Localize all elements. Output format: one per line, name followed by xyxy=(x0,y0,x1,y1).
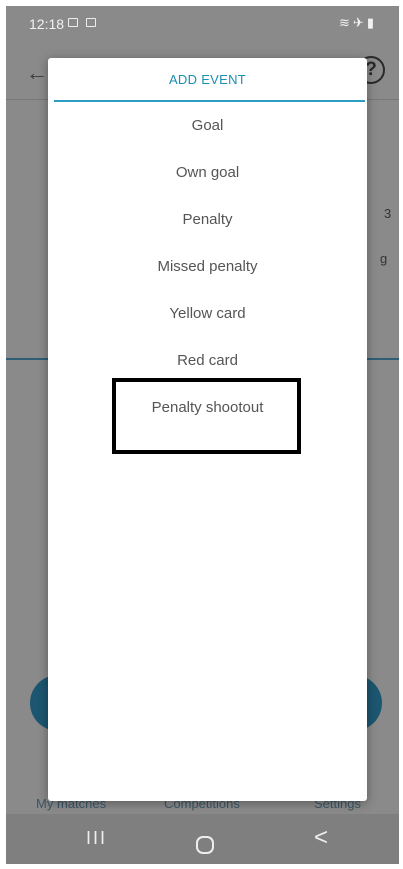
home-icon[interactable] xyxy=(196,836,214,854)
background-text-fragment: g xyxy=(380,251,388,266)
status-bar: 12:18 ≋✈▮ xyxy=(6,6,399,42)
status-time: 12:18 xyxy=(29,16,65,32)
event-option-missed-penalty[interactable]: Missed penalty xyxy=(48,243,367,290)
system-nav-bar: III < xyxy=(6,814,399,864)
highlight-box xyxy=(112,378,301,454)
background-text-fragment: 3 xyxy=(384,206,392,221)
battery-icon: ▮ xyxy=(366,15,377,30)
airplane-icon: ✈ xyxy=(352,15,367,30)
back-icon[interactable]: < xyxy=(314,824,328,852)
back-arrow-icon[interactable]: ← xyxy=(26,60,48,86)
event-option-red-card[interactable]: Red card xyxy=(48,337,367,384)
screen: 12:18 ≋✈▮ ← ? 3 g My matches Competition… xyxy=(6,6,399,864)
app-notification-icon xyxy=(86,18,96,27)
status-icons: ≋✈▮ xyxy=(339,15,377,31)
event-option-goal[interactable]: Goal xyxy=(48,102,367,149)
wifi-icon: ≋ xyxy=(339,15,353,30)
event-option-penalty[interactable]: Penalty xyxy=(48,196,367,243)
event-option-own-goal[interactable]: Own goal xyxy=(48,149,367,196)
event-option-yellow-card[interactable]: Yellow card xyxy=(48,290,367,337)
recents-icon[interactable]: III xyxy=(86,828,107,849)
gallery-notification-icon xyxy=(68,18,78,27)
dialog-title: ADD EVENT xyxy=(168,72,247,87)
